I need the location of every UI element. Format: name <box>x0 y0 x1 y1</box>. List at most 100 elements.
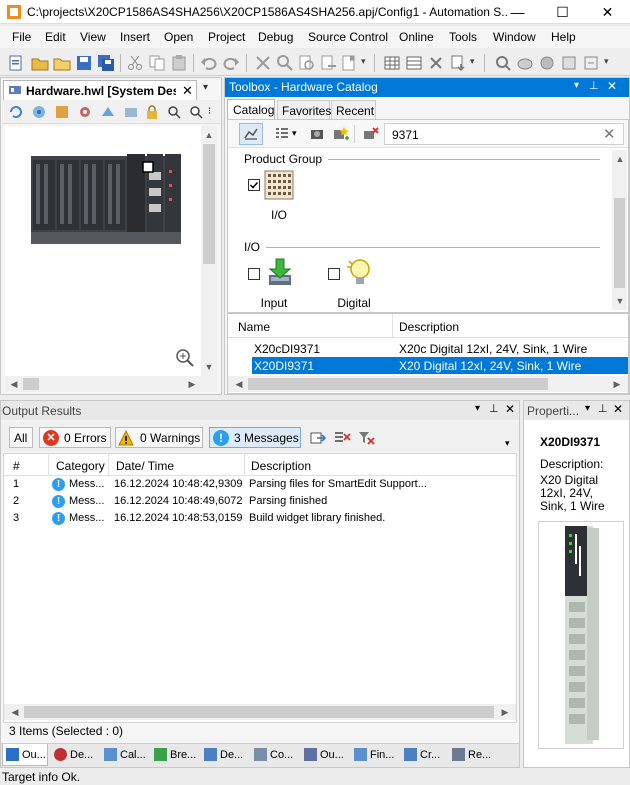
find-icon[interactable] <box>276 54 294 72</box>
output-dropdown-icon[interactable]: ▾ <box>475 403 480 414</box>
catalog-search-input[interactable]: 9371 ✕ <box>384 123 624 145</box>
bottom-tab-cross[interactable]: Cr... <box>401 744 447 766</box>
scroll-left-icon[interactable]: ◀ <box>232 377 246 391</box>
bottom-tab-debug-console[interactable]: De... <box>201 744 249 766</box>
module-icon[interactable] <box>54 104 70 120</box>
tab-favorites[interactable]: Favorites <box>277 100 331 119</box>
download-icon[interactable] <box>449 54 467 72</box>
clear-filter-icon[interactable] <box>357 429 375 447</box>
scroll-thumb[interactable] <box>614 198 625 288</box>
search-clear-icon[interactable]: ✕ <box>603 125 616 143</box>
bookmark-icon[interactable] <box>340 54 358 72</box>
output-close-icon[interactable]: ✕ <box>505 402 515 416</box>
properties-close-icon[interactable]: ✕ <box>613 402 623 416</box>
scroll-thumb[interactable] <box>24 706 494 718</box>
hardware-vscrollbar[interactable]: ▲ ▼ <box>201 126 217 376</box>
scroll-left-icon[interactable]: ◀ <box>7 377 21 391</box>
bottom-tab-find[interactable]: Fin... <box>351 744 399 766</box>
transfer-icon[interactable] <box>582 54 600 72</box>
digital-checkbox[interactable] <box>328 268 340 280</box>
refresh-icon[interactable] <box>8 104 24 120</box>
bottom-tab-reference[interactable]: Re... <box>449 744 497 766</box>
menu-window[interactable]: Window <box>493 30 536 44</box>
hardware-tab[interactable]: Hardware.hwl [System Desi... ✕ <box>3 80 197 100</box>
menu-view[interactable]: View <box>80 30 106 44</box>
new-project-icon[interactable] <box>7 54 25 72</box>
replace-icon[interactable] <box>320 54 338 72</box>
redo-icon[interactable] <box>222 54 240 72</box>
filter-errors-button[interactable]: ✕ 0 Errors <box>39 427 111 448</box>
table-row[interactable]: 3 ! Mess... 16.12.2024 10:48:53,0159 Bui… <box>4 510 516 527</box>
menu-file[interactable]: File <box>12 30 31 44</box>
scroll-down-icon[interactable]: ▼ <box>613 294 627 308</box>
save-icon[interactable] <box>75 54 93 72</box>
menu-project[interactable]: Project <box>208 30 245 44</box>
list-view-dropdown-icon[interactable]: ▾ <box>292 128 297 139</box>
digital-bulb-icon[interactable] <box>344 257 374 287</box>
watch-icon[interactable] <box>516 54 534 72</box>
scroll-thumb[interactable] <box>203 144 215 264</box>
scroll-right-icon[interactable]: ▶ <box>610 377 624 391</box>
hardware-tab-close-icon[interactable]: ✕ <box>182 83 193 99</box>
goto-icon[interactable] <box>309 429 327 447</box>
search-icon[interactable] <box>166 104 182 120</box>
cut-icon[interactable] <box>126 54 144 72</box>
close-button[interactable]: ✕ <box>585 0 630 24</box>
undo-icon[interactable] <box>200 54 218 72</box>
toolbox-dropdown-icon[interactable]: ▾ <box>574 80 579 91</box>
copy-icon[interactable] <box>148 54 166 72</box>
maximize-button[interactable]: ☐ <box>540 0 585 24</box>
scroll-up-icon[interactable]: ▲ <box>202 128 216 142</box>
delete-icon[interactable] <box>254 54 272 72</box>
hardware-hscrollbar[interactable]: ◀ ▶ <box>5 376 217 392</box>
filter-clear-icon[interactable] <box>362 125 380 143</box>
filter-all-button[interactable]: All <box>9 427 33 448</box>
minimize-button[interactable]: — <box>495 0 540 24</box>
toolbar-overflow-icon[interactable]: ▾ <box>361 56 366 67</box>
scroll-up-icon[interactable]: ▲ <box>613 152 627 166</box>
input-arrow-icon[interactable] <box>265 257 295 287</box>
io-checkbox[interactable] <box>248 179 260 191</box>
add-favorite-icon[interactable] <box>331 125 349 143</box>
col-category[interactable]: Category <box>56 459 105 473</box>
zoom-canvas-icon[interactable] <box>175 348 195 368</box>
toolbox-pin-icon[interactable]: ⊥ <box>589 79 599 92</box>
monitor-icon[interactable] <box>494 54 512 72</box>
menu-insert[interactable]: Insert <box>120 30 150 44</box>
col-number[interactable]: # <box>13 459 20 473</box>
toolbar-overflow-icon[interactable]: ▾ <box>604 56 609 67</box>
open-folder-icon[interactable] <box>31 54 49 72</box>
remove-icon[interactable] <box>427 54 445 72</box>
bottom-tab-breakpoints[interactable]: Bre... <box>151 744 199 766</box>
output-hscrollbar[interactable]: ◀ ▶ <box>4 704 516 720</box>
scroll-thumb[interactable] <box>23 378 39 390</box>
io-module-icon[interactable] <box>264 170 294 200</box>
menu-debug[interactable]: Debug <box>258 30 293 44</box>
filter-messages-button[interactable]: ! 3 Messages <box>209 427 301 448</box>
device-icon[interactable] <box>308 125 326 143</box>
tab-catalog[interactable]: Catalog <box>227 99 275 119</box>
list-view-icon[interactable] <box>274 126 290 142</box>
properties-dropdown-icon[interactable]: ▾ <box>585 403 590 414</box>
scroll-right-icon[interactable]: ▶ <box>498 705 512 719</box>
panel-dropdown-icon[interactable]: ▾ <box>203 82 208 93</box>
bottom-tab-cross-reference[interactable]: Co... <box>251 744 299 766</box>
toolbox-close-icon[interactable]: ✕ <box>607 79 617 93</box>
filter-overflow-icon[interactable]: ▾ <box>505 438 510 449</box>
scroll-right-icon[interactable]: ▶ <box>185 377 199 391</box>
lock-icon[interactable] <box>144 104 160 120</box>
output-pin-icon[interactable]: ⊥ <box>489 402 499 415</box>
hardware-canvas[interactable] <box>5 126 201 376</box>
grid-icon[interactable] <box>383 54 401 72</box>
menu-edit[interactable]: Edit <box>45 30 66 44</box>
scroll-thumb[interactable] <box>248 378 548 390</box>
result-row[interactable]: X20cDI9371 X20c Digital 12xI, 24V, Sink,… <box>228 340 628 357</box>
col-description[interactable]: Description <box>251 459 311 473</box>
diagram-icon[interactable] <box>100 104 116 120</box>
bottom-tab-callstack[interactable]: Cal... <box>101 744 149 766</box>
network-icon[interactable] <box>31 104 47 120</box>
properties-pin-icon[interactable]: ⊥ <box>598 402 608 415</box>
scroll-down-icon[interactable]: ▼ <box>202 360 216 374</box>
table-icon[interactable] <box>405 54 423 72</box>
toolbar-overflow-icon[interactable]: ▾ <box>470 56 475 67</box>
